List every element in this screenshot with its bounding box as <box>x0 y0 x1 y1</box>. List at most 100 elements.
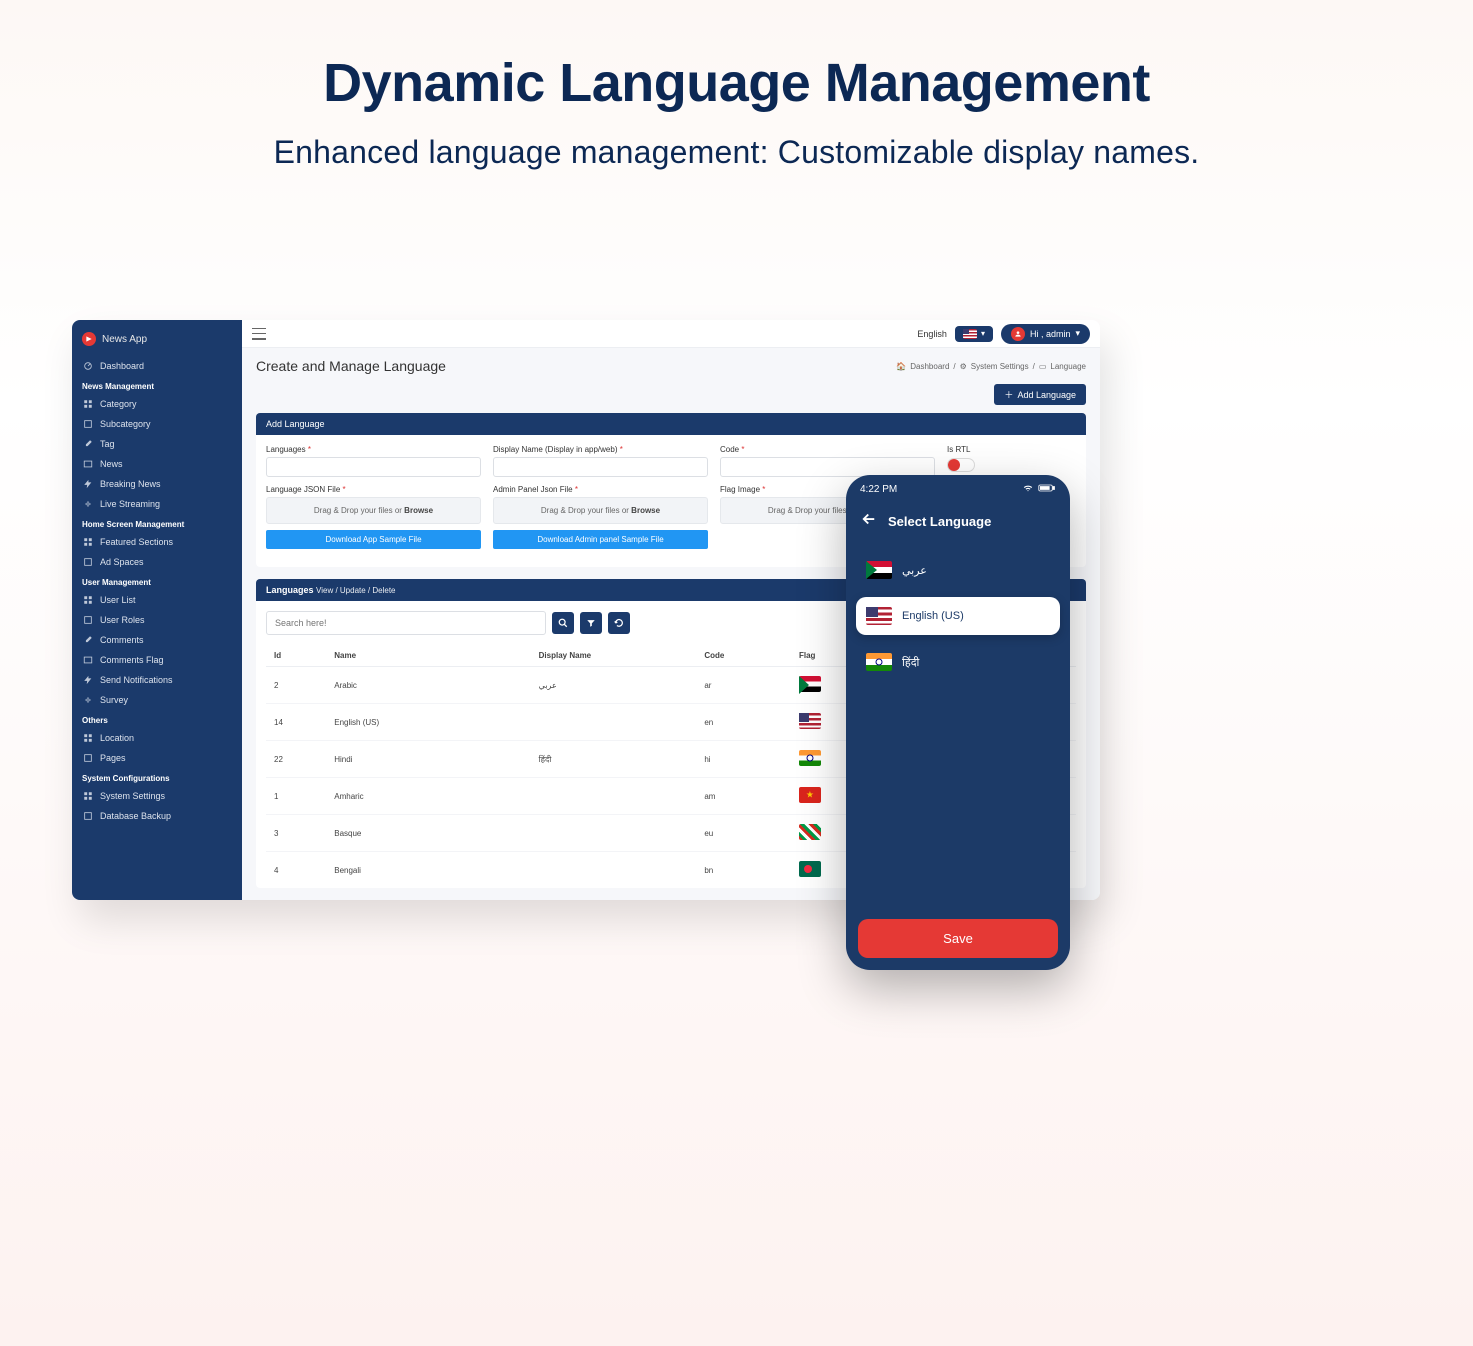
sidebar-icon <box>82 791 94 801</box>
user-menu[interactable]: Hi , admin ▾ <box>1001 324 1090 344</box>
flag-icon <box>799 787 821 803</box>
sidebar-item-subcategory[interactable]: Subcategory <box>72 414 242 434</box>
sidebar-icon <box>82 615 94 625</box>
sidebar-icon <box>82 753 94 763</box>
language-option-label: हिंदी <box>902 655 919 670</box>
hero-title: Dynamic Language Management <box>0 52 1473 114</box>
sidebar-item-breaking-news[interactable]: Breaking News <box>72 474 242 494</box>
language-option[interactable]: English (US) <box>856 597 1060 635</box>
sidebar-item-tag[interactable]: Tag <box>72 434 242 454</box>
json-file-dropzone[interactable]: Drag & Drop your files or Browse <box>266 497 481 524</box>
sidebar-item-ad-spaces[interactable]: Ad Spaces <box>72 552 242 572</box>
code-label: Code * <box>720 445 935 454</box>
languages-input[interactable] <box>266 457 481 477</box>
sidebar-item-live-streaming[interactable]: Live Streaming <box>72 494 242 514</box>
sidebar-icon <box>82 557 94 567</box>
sidebar-item-location[interactable]: Location <box>72 728 242 748</box>
logo-icon <box>82 332 96 346</box>
column-header[interactable]: Name <box>326 645 530 667</box>
mobile-header-title: Select Language <box>888 514 991 529</box>
topbar: English ▾ Hi , admin ▾ <box>242 320 1100 348</box>
sidebar-section-label: User Management <box>72 572 242 590</box>
brand-name: News App <box>102 334 147 345</box>
add-language-button[interactable]: ＋ Add Language <box>994 384 1086 405</box>
menu-toggle-icon[interactable] <box>252 328 266 340</box>
language-icon: ▭ <box>1039 362 1047 371</box>
sidebar-icon <box>82 811 94 821</box>
admin-json-dropzone[interactable]: Drag & Drop your files or Browse <box>493 497 708 524</box>
code-input[interactable] <box>720 457 935 477</box>
search-input[interactable] <box>266 611 546 635</box>
sidebar-icon <box>82 479 94 489</box>
flag-icon <box>799 713 821 729</box>
sidebar-item-database-backup[interactable]: Database Backup <box>72 806 242 826</box>
mobile-language-list: عربي English (US) हिंदी <box>846 543 1070 907</box>
sidebar-section-label: Others <box>72 710 242 728</box>
sidebar-item-user-roles[interactable]: User Roles <box>72 610 242 630</box>
language-option-label: English (US) <box>902 610 964 622</box>
add-language-header: Add Language <box>256 413 1086 435</box>
sidebar-item-comments-flag[interactable]: Comments Flag <box>72 650 242 670</box>
column-header[interactable]: Display Name <box>531 645 697 667</box>
download-app-sample-button[interactable]: Download App Sample File <box>266 530 481 549</box>
download-admin-sample-button[interactable]: Download Admin panel Sample File <box>493 530 708 549</box>
sidebar-icon <box>82 635 94 645</box>
sidebar-item-user-list[interactable]: User List <box>72 590 242 610</box>
sidebar-section-label: News Management <box>72 376 242 394</box>
sidebar-item-pages[interactable]: Pages <box>72 748 242 768</box>
is-rtl-label: Is RTL <box>947 445 1076 454</box>
user-greeting: Hi , admin <box>1030 329 1071 339</box>
sidebar-section-label: Home Screen Management <box>72 514 242 532</box>
flag-icon <box>866 653 892 671</box>
home-icon: 🏠 <box>896 362 906 371</box>
sidebar-item-featured-sections[interactable]: Featured Sections <box>72 532 242 552</box>
sidebar-icon <box>82 655 94 665</box>
page-title: Create and Manage Language <box>256 358 446 374</box>
status-time: 4:22 PM <box>860 484 897 495</box>
app-logo[interactable]: News App <box>72 328 242 356</box>
flag-icon <box>799 861 821 877</box>
hero-subtitle: Enhanced language management: Customizab… <box>0 134 1473 171</box>
language-switcher[interactable]: ▾ <box>955 326 993 342</box>
mobile-header: Select Language <box>846 500 1070 543</box>
sidebar: News App Dashboard News ManagementCatego… <box>72 320 242 900</box>
sidebar-item-system-settings[interactable]: System Settings <box>72 786 242 806</box>
column-header[interactable]: Code <box>696 645 791 667</box>
chevron-down-icon: ▾ <box>1075 328 1080 339</box>
chevron-down-icon: ▾ <box>981 329 985 338</box>
sidebar-item-send-notifications[interactable]: Send Notifications <box>72 670 242 690</box>
filter-button[interactable] <box>580 612 602 634</box>
sidebar-item-survey[interactable]: Survey <box>72 690 242 710</box>
battery-icon <box>1038 483 1056 496</box>
is-rtl-toggle[interactable] <box>947 458 975 472</box>
wifi-icon <box>1022 483 1034 496</box>
mobile-save-button[interactable]: Save <box>858 919 1058 958</box>
sidebar-icon <box>82 675 94 685</box>
flag-icon <box>799 824 821 840</box>
display-name-label: Display Name (Display in app/web) * <box>493 445 708 454</box>
sidebar-item-dashboard[interactable]: Dashboard <box>72 356 242 376</box>
refresh-button[interactable] <box>608 612 630 634</box>
dashboard-icon <box>82 361 94 371</box>
mobile-preview: 4:22 PM Select Language عربي English (US)… <box>846 475 1070 970</box>
language-option-label: عربي <box>902 564 927 577</box>
admin-json-label: Admin Panel Json File * <box>493 485 708 494</box>
sidebar-item-category[interactable]: Category <box>72 394 242 414</box>
language-option[interactable]: हिंदी <box>856 643 1060 681</box>
flag-icon <box>799 750 821 766</box>
sidebar-icon <box>82 439 94 449</box>
sidebar-item-comments[interactable]: Comments <box>72 630 242 650</box>
us-flag-icon <box>963 329 977 339</box>
language-option[interactable]: عربي <box>856 551 1060 589</box>
back-arrow-icon[interactable] <box>860 510 878 533</box>
breadcrumb: 🏠 Dashboard / ⚙ System Settings / ▭ Lang… <box>896 362 1086 371</box>
search-button[interactable] <box>552 612 574 634</box>
gear-icon: ⚙ <box>960 362 967 371</box>
user-avatar-icon <box>1011 327 1025 341</box>
sidebar-icon <box>82 733 94 743</box>
sidebar-icon <box>82 695 94 705</box>
display-name-input[interactable] <box>493 457 708 477</box>
column-header[interactable]: Id <box>266 645 326 667</box>
sidebar-icon <box>82 499 94 509</box>
sidebar-item-news[interactable]: News <box>72 454 242 474</box>
